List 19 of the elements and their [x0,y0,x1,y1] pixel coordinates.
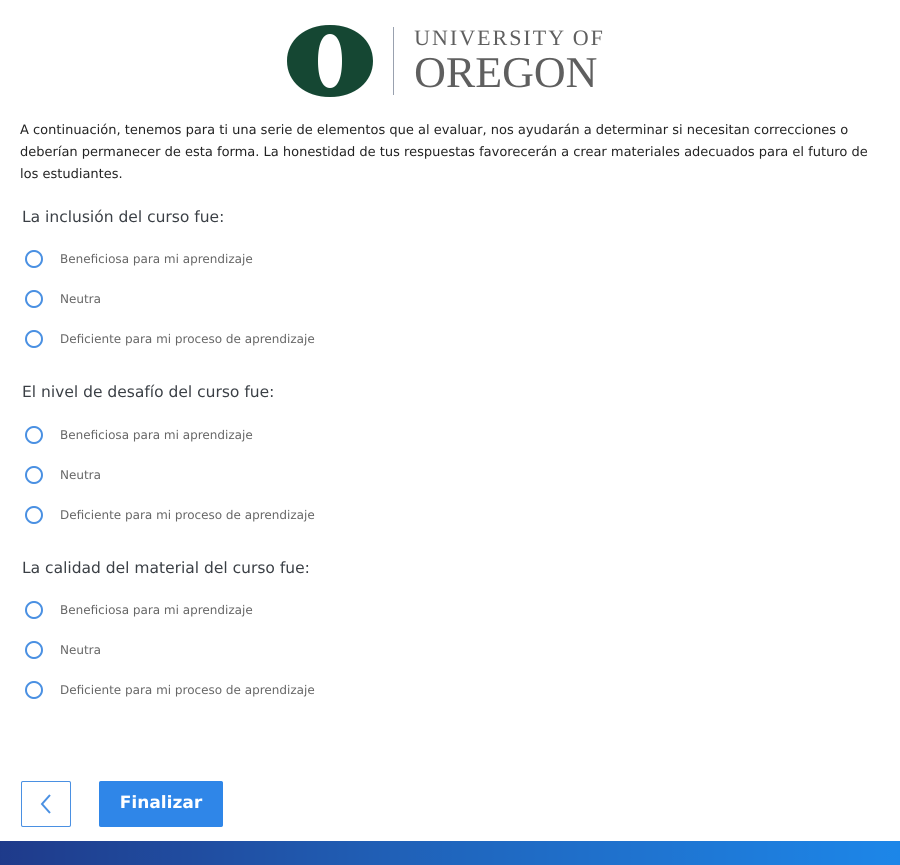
back-button[interactable] [21,781,71,827]
logo-text: OREGON [414,51,598,95]
radio-option[interactable]: Neutra [22,279,878,320]
question-title: La inclusión del curso fue: [22,207,226,228]
radio-option[interactable]: Deficiente para mi proceso de aprendizaje [22,670,878,710]
chevron-left-icon [40,793,52,815]
radio-option[interactable]: Beneficiosa para mi aprendizaje [22,590,878,630]
radio-option[interactable]: Neutra [22,630,878,670]
question-title: La calidad del material del curso fue: [22,558,311,578]
question-title: El nivel de desafío del curso fue: [22,382,276,404]
intro-paragraph: A continuación, tenemos para ti una serie de elementos que al evaluar, nos ayudarán a determinar si necesitan correcciones o deberían permanecer de esta forma. La honestidad de tus respuestas favorecerán a crear materiales adecuados para el futuro de los estudiantes. [20,122,869,184]
radio-option[interactable]: Beneficiosa para mi aprendizaje [22,414,878,454]
logo-text: UNIVERSITY OF [414,27,605,49]
finish-button[interactable]: Finalizar [99,781,223,827]
logo-icon [287,25,374,97]
radio-option[interactable]: Deficiente para mi proceso de aprendizaje [22,319,878,360]
radio-option[interactable]: Neutra [22,454,878,494]
radio-option[interactable]: Beneficiosa para mi aprendizaje [22,239,878,280]
radio-option[interactable]: Deficiente para mi proceso de aprendizaje [22,494,878,534]
